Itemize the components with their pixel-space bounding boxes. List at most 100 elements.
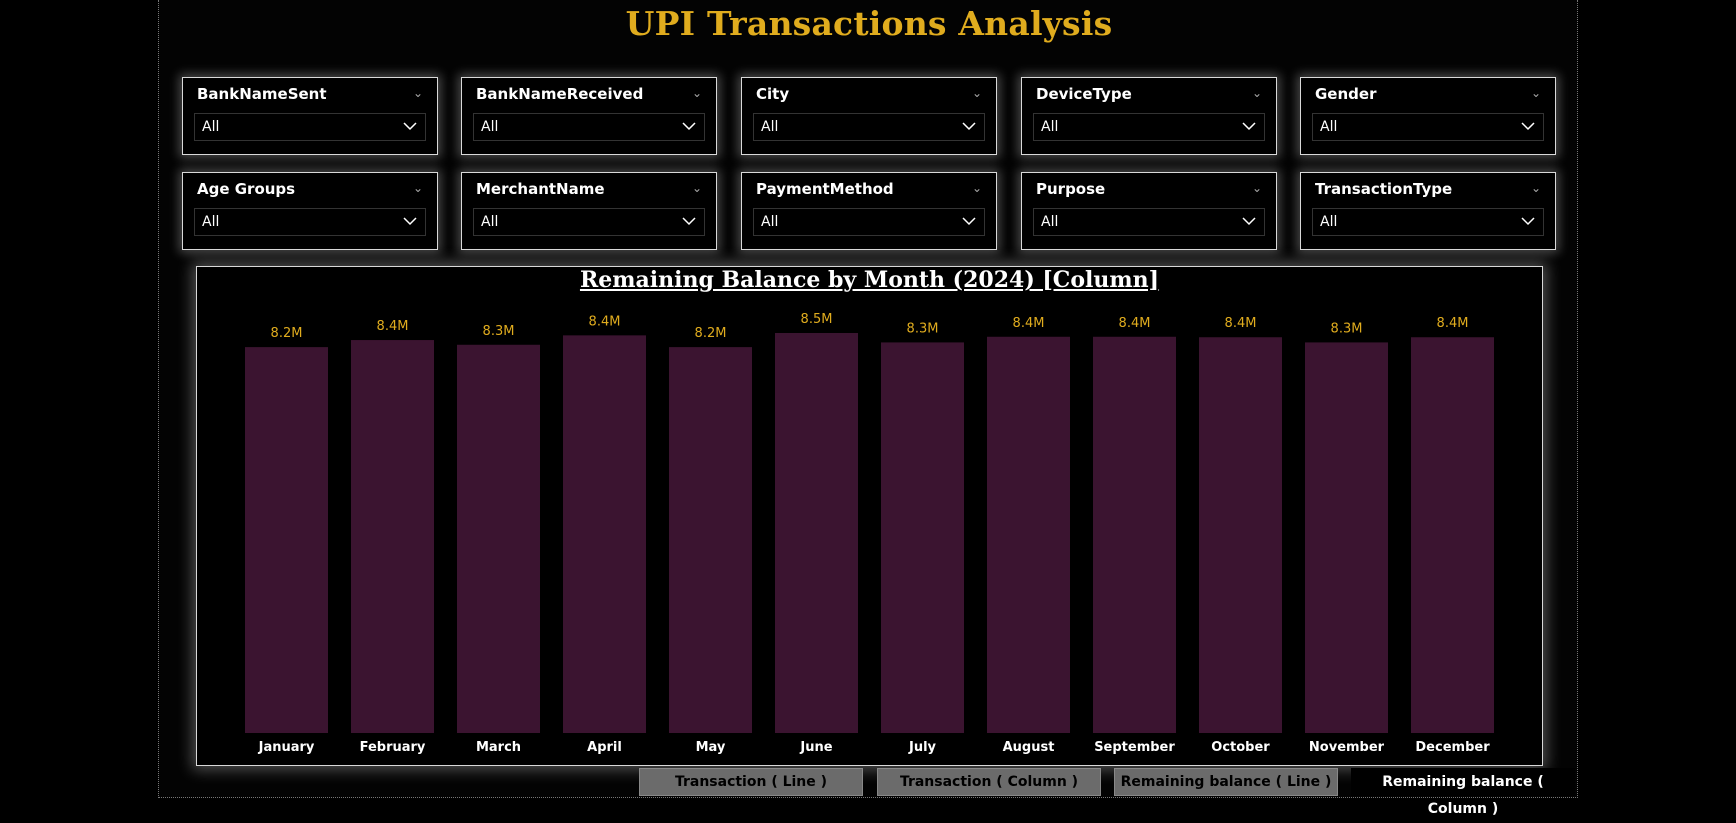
- bar-april[interactable]: [563, 335, 646, 733]
- slicer-label: Age Groups: [197, 180, 296, 198]
- slicer-value: All: [481, 119, 499, 135]
- nav-button-remaining-balance-line[interactable]: Remaining balance ( Line ): [1114, 768, 1338, 796]
- nav-button-remaining-balance-column[interactable]: Remaining balance ( Column ): [1351, 768, 1575, 817]
- x-tick-label: February: [360, 740, 426, 755]
- data-label: 8.2M: [695, 326, 727, 341]
- slicer-dropdown[interactable]: All: [753, 113, 985, 141]
- slicer-dropdown[interactable]: All: [473, 208, 705, 236]
- report-canvas: UPI Transactions Analysis BankNameSent ⌄…: [158, 0, 1578, 817]
- slicer-label: City: [756, 85, 790, 103]
- bar-november[interactable]: [1305, 342, 1388, 733]
- bar-january[interactable]: [245, 347, 328, 733]
- chevron-down-icon[interactable]: [1242, 119, 1256, 133]
- x-tick-label: April: [587, 740, 622, 755]
- slicer-purpose[interactable]: Purpose ⌄ All: [1021, 172, 1277, 250]
- slicer-bank-name-received[interactable]: BankNameReceived ⌄ All: [461, 77, 717, 155]
- slicer-dropdown[interactable]: All: [1033, 113, 1265, 141]
- slicer-value: All: [202, 119, 220, 135]
- chevron-down-icon[interactable]: ⌄: [692, 181, 702, 195]
- chevron-down-icon[interactable]: ⌄: [972, 181, 982, 195]
- page-title: UPI Transactions Analysis: [625, 4, 1113, 43]
- chevron-down-icon[interactable]: [962, 214, 976, 228]
- slicer-dropdown[interactable]: All: [1312, 208, 1544, 236]
- bar-june[interactable]: [775, 333, 858, 733]
- x-tick-label: December: [1415, 740, 1490, 755]
- x-tick-label: June: [799, 740, 832, 755]
- slicer-transaction-type[interactable]: TransactionType ⌄ All: [1300, 172, 1556, 250]
- chevron-down-icon[interactable]: [403, 119, 417, 133]
- chevron-down-icon[interactable]: [1521, 214, 1535, 228]
- slicer-label: PaymentMethod: [756, 180, 894, 198]
- data-label: 8.4M: [1437, 316, 1469, 331]
- x-tick-label: March: [476, 740, 521, 755]
- slicer-dropdown[interactable]: All: [473, 113, 705, 141]
- x-tick-label: September: [1094, 740, 1175, 755]
- bar-october[interactable]: [1199, 337, 1282, 733]
- chart-plot-area: 8.2M January 8.4M February 8.3M March 8.4M Apri…: [245, 312, 1494, 755]
- data-label: 8.5M: [801, 312, 833, 327]
- chevron-down-icon[interactable]: ⌄: [972, 86, 982, 100]
- bar-february[interactable]: [351, 340, 434, 733]
- slicer-label: TransactionType: [1315, 180, 1453, 198]
- slicer-age-groups[interactable]: Age Groups ⌄ All: [182, 172, 438, 250]
- chevron-down-icon[interactable]: [1242, 214, 1256, 228]
- chevron-down-icon[interactable]: ⌄: [413, 86, 423, 100]
- chevron-down-icon[interactable]: [1521, 119, 1535, 133]
- chevron-down-icon[interactable]: ⌄: [692, 86, 702, 100]
- chevron-down-icon[interactable]: [682, 119, 696, 133]
- bar-december[interactable]: [1411, 337, 1494, 733]
- nav-button-transaction-column[interactable]: Transaction ( Column ): [877, 768, 1101, 796]
- chevron-down-icon[interactable]: [403, 214, 417, 228]
- data-label: 8.4M: [1119, 316, 1151, 331]
- chevron-down-icon[interactable]: ⌄: [413, 181, 423, 195]
- bar-march[interactable]: [457, 344, 540, 733]
- slicer-value: All: [1041, 119, 1059, 135]
- bar-may[interactable]: [669, 347, 752, 733]
- slicer-value: All: [761, 214, 779, 230]
- slicer-dropdown[interactable]: All: [1312, 113, 1544, 141]
- slicer-value: All: [1320, 119, 1338, 135]
- data-label: 8.4M: [589, 314, 621, 329]
- x-tick-label: August: [1003, 740, 1055, 755]
- nav-button-transaction-line[interactable]: Transaction ( Line ): [639, 768, 863, 796]
- chevron-down-icon[interactable]: [962, 119, 976, 133]
- slicer-dropdown[interactable]: All: [194, 113, 426, 141]
- x-tick-label: May: [696, 740, 726, 755]
- slicer-value: All: [1320, 214, 1338, 230]
- slicer-dropdown[interactable]: All: [194, 208, 426, 236]
- data-label: 8.4M: [377, 319, 409, 334]
- slicer-device-type[interactable]: DeviceType ⌄ All: [1021, 77, 1277, 155]
- x-tick-label: July: [908, 740, 937, 755]
- slicer-dropdown[interactable]: All: [753, 208, 985, 236]
- bar-july[interactable]: [881, 342, 964, 733]
- x-tick-label: January: [258, 740, 315, 755]
- chevron-down-icon[interactable]: [682, 214, 696, 228]
- slicer-merchant-name[interactable]: MerchantName ⌄ All: [461, 172, 717, 250]
- data-label: 8.3M: [907, 321, 939, 336]
- data-label: 8.4M: [1013, 316, 1045, 331]
- bar-august[interactable]: [987, 336, 1070, 733]
- data-label: 8.3M: [483, 324, 515, 339]
- chevron-down-icon[interactable]: ⌄: [1531, 86, 1541, 100]
- column-chart[interactable]: Remaining Balance by Month (2024) [Colum…: [196, 266, 1543, 766]
- slicer-bank-name-sent[interactable]: BankNameSent ⌄ All: [182, 77, 438, 155]
- slicer-label: BankNameSent: [197, 85, 327, 103]
- slicer-label: Gender: [1315, 85, 1377, 103]
- chevron-down-icon[interactable]: ⌄: [1531, 181, 1541, 195]
- slicer-value: All: [761, 119, 779, 135]
- slicer-label: Purpose: [1036, 180, 1106, 198]
- x-tick-label: November: [1309, 740, 1385, 755]
- bar-september[interactable]: [1093, 336, 1176, 733]
- slicer-label: BankNameReceived: [476, 85, 644, 103]
- slicer-value: All: [481, 214, 499, 230]
- slicer-payment-method[interactable]: PaymentMethod ⌄ All: [741, 172, 997, 250]
- chevron-down-icon[interactable]: ⌄: [1252, 181, 1262, 195]
- slicer-value: All: [1041, 214, 1059, 230]
- chevron-down-icon[interactable]: ⌄: [1252, 86, 1262, 100]
- data-label: 8.2M: [271, 326, 303, 341]
- slicer-dropdown[interactable]: All: [1033, 208, 1265, 236]
- slicer-gender[interactable]: Gender ⌄ All: [1300, 77, 1556, 155]
- slicer-value: All: [202, 214, 220, 230]
- slicer-city[interactable]: City ⌄ All: [741, 77, 997, 155]
- data-label: 8.4M: [1225, 316, 1257, 331]
